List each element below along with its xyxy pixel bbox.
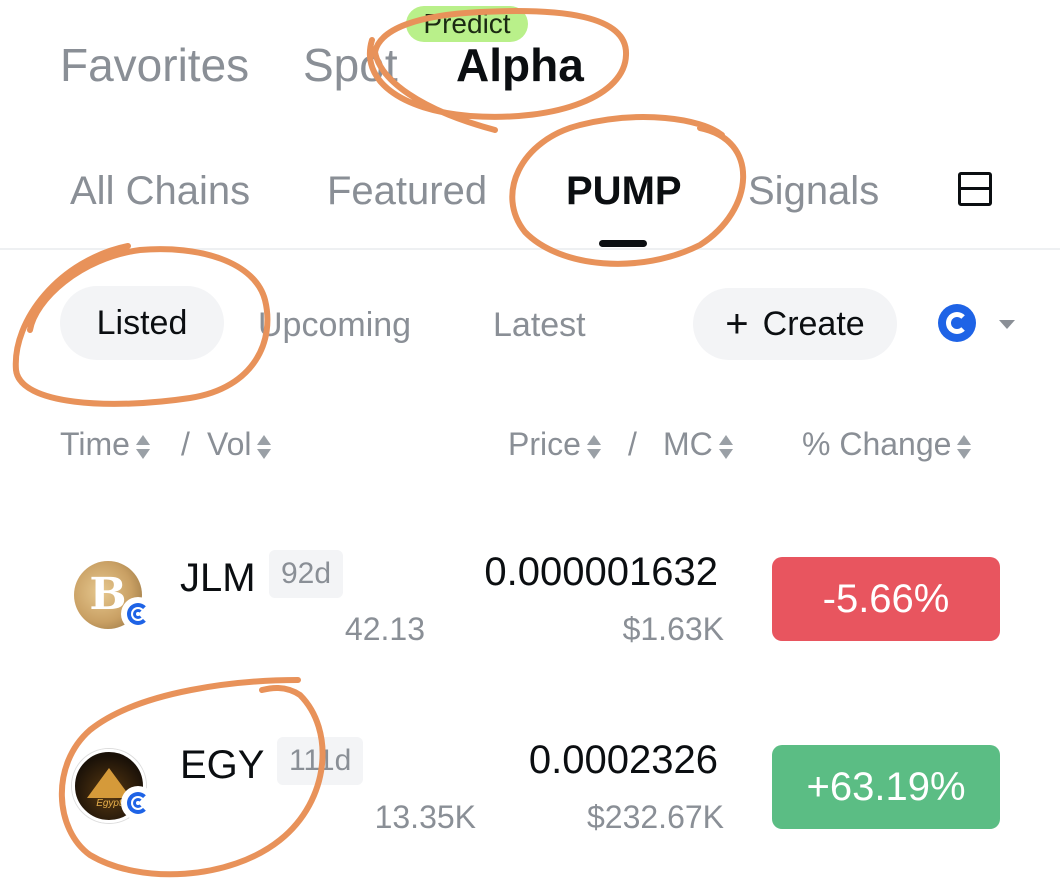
create-button[interactable]: + Create — [693, 288, 897, 360]
coin-market-cap: $1.63K — [622, 611, 724, 647]
tab-alpha[interactable]: Alpha — [456, 38, 584, 92]
sort-icon — [957, 433, 972, 461]
active-tab-indicator — [599, 240, 647, 247]
sort-icon — [586, 433, 601, 461]
filter-latest[interactable]: Latest — [493, 305, 586, 345]
pump-chain-icon — [123, 788, 153, 818]
change-label: % Change — [802, 426, 952, 462]
layout-toggle-icon[interactable] — [958, 172, 992, 206]
predict-badge: Predict — [406, 6, 528, 42]
coin-price: 0.000001632 — [484, 550, 718, 594]
tab-featured[interactable]: Featured — [327, 167, 487, 215]
sort-vol-header[interactable]: Vol — [207, 424, 272, 464]
change-badge[interactable]: -5.66% — [772, 557, 1000, 641]
filter-upcoming[interactable]: Upcoming — [258, 305, 411, 345]
create-label: Create — [762, 305, 865, 343]
coin-symbol[interactable]: EGY — [180, 742, 264, 788]
tab-spot[interactable]: Spot — [303, 38, 398, 92]
vol-label: Vol — [207, 426, 252, 462]
pump-chain-icon[interactable] — [938, 304, 976, 342]
divider — [0, 248, 1060, 250]
col-separator: / — [628, 426, 637, 462]
mc-label: MC — [663, 426, 713, 462]
sort-change-header[interactable]: % Change — [802, 424, 972, 464]
change-badge[interactable]: +63.19% — [772, 745, 1000, 829]
sort-price-header[interactable]: Price — [508, 424, 601, 464]
plus-icon: + — [725, 302, 749, 346]
tab-all-chains[interactable]: All Chains — [70, 167, 250, 215]
sort-icon — [257, 433, 272, 461]
pump-chain-icon — [123, 599, 153, 629]
filter-listed[interactable]: Listed — [60, 286, 224, 360]
sort-mc-header[interactable]: MC — [663, 424, 733, 464]
sort-icon — [135, 433, 150, 461]
coin-symbol[interactable]: JLM — [180, 555, 256, 601]
sort-time-header[interactable]: Time — [60, 424, 150, 464]
tab-signals[interactable]: Signals — [748, 167, 879, 215]
coin-volume: 42.13 — [344, 611, 425, 647]
coin-market-cap: $232.67K — [586, 799, 724, 835]
sort-icon — [718, 433, 733, 461]
coin-volume: 13.35K — [374, 799, 476, 835]
chevron-down-icon[interactable] — [999, 320, 1015, 329]
col-separator: / — [181, 426, 190, 462]
tab-favorites[interactable]: Favorites — [60, 38, 249, 92]
time-label: Time — [60, 426, 130, 462]
age-badge: 92d — [269, 550, 344, 598]
age-badge: 111d — [277, 737, 364, 785]
price-label: Price — [508, 426, 581, 462]
tab-pump[interactable]: PUMP — [566, 167, 682, 215]
coin-price: 0.0002326 — [528, 738, 718, 782]
